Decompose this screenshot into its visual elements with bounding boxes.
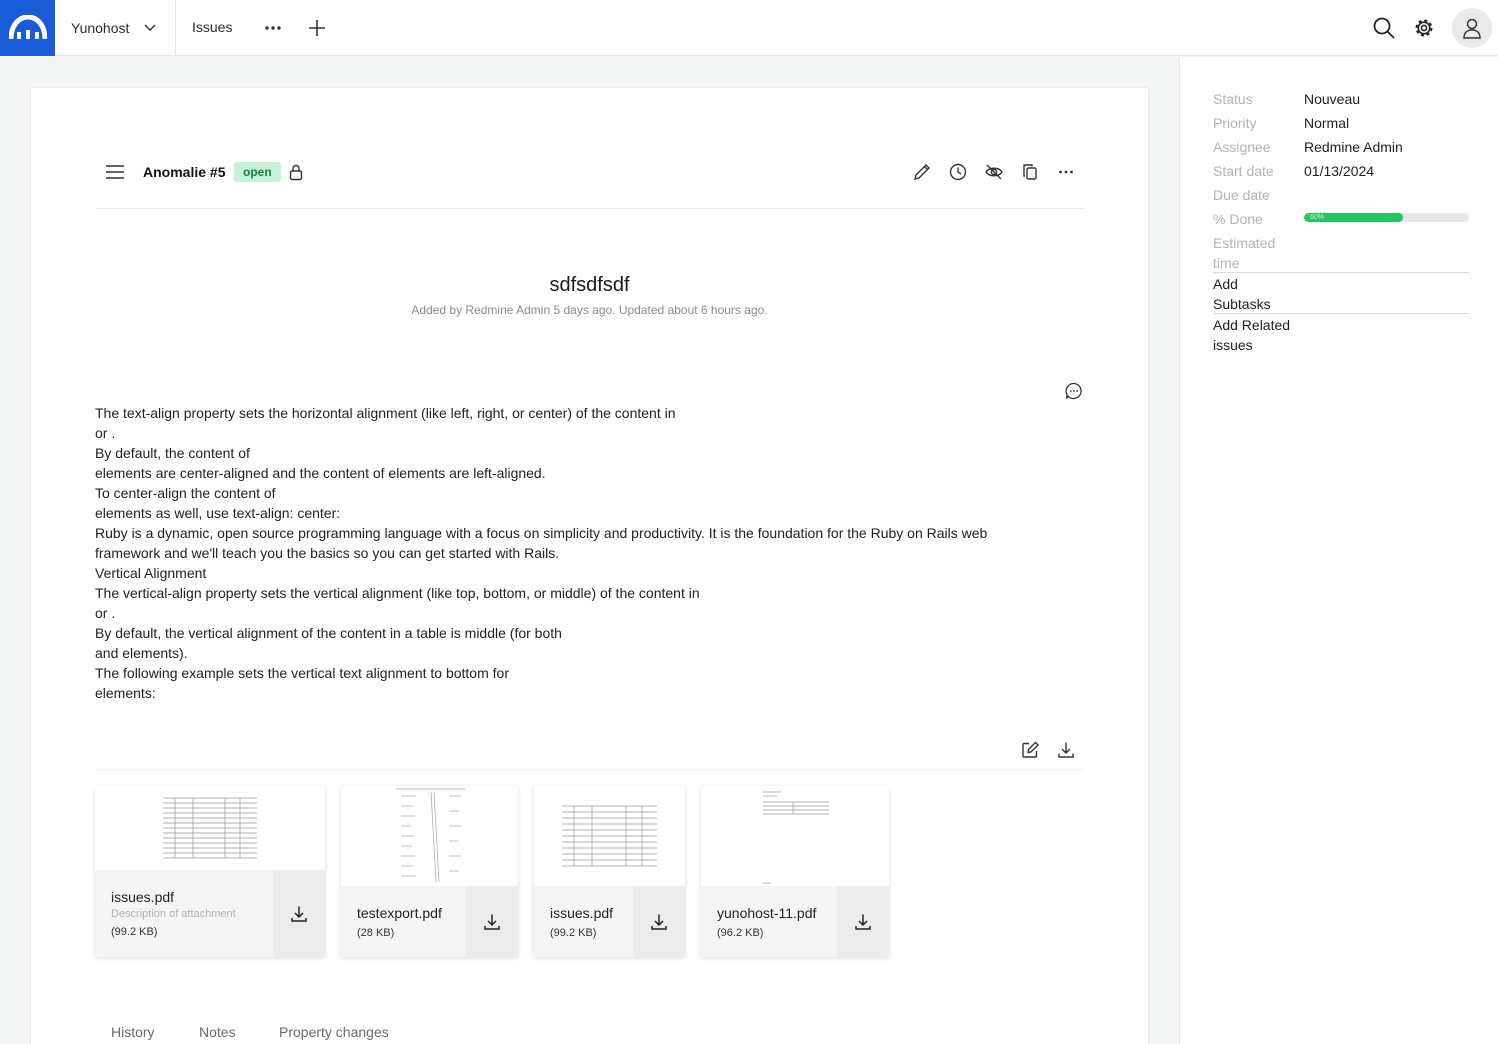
attachment-size: (99.2 KB) (550, 927, 597, 939)
done-progress-bar: 60% (1304, 213, 1469, 222)
attachment-card[interactable]: issues.pdf (99.2 KB) (534, 786, 685, 957)
sidebar-divider (1213, 313, 1469, 314)
sidebar-divider (1213, 272, 1469, 273)
attachment-card[interactable]: yunohost-11.pdf (96.2 KB) (701, 786, 889, 957)
attachment-name[interactable]: testexport.pdf (357, 905, 442, 921)
issue-subject: sdfsdfsdf (549, 274, 630, 296)
download-icon (484, 914, 500, 930)
description-line: elements are center-aligned and the cont… (95, 465, 546, 481)
progress-label: 60% (1310, 214, 1325, 221)
issue-card: Anomalie #5 open sdfsdfsdf Added by Redm… (31, 88, 1148, 1044)
menu-icon[interactable] (105, 162, 125, 182)
project-selector[interactable]: Yunohost (55, 0, 176, 56)
attribute-label: Status (1213, 91, 1253, 107)
download-all-icon[interactable] (1056, 740, 1076, 760)
attachment-card[interactable]: testexport.pdf (28 KB) (341, 786, 518, 957)
attribute-value[interactable]: Nouveau (1304, 91, 1360, 107)
download-button[interactable] (633, 886, 685, 957)
add-related-issues-link[interactable]: Add Related issues (1213, 315, 1323, 355)
chevron-down-icon (144, 24, 156, 31)
download-button[interactable] (273, 870, 325, 957)
attribute-value[interactable]: Redmine Admin (1304, 139, 1403, 155)
attachment-card[interactable]: issues.pdf Description of attachment (99… (95, 786, 325, 957)
description-line: By default, the vertical alignment of th… (95, 625, 562, 641)
attachment-footer: testexport.pdf (28 KB) (341, 886, 518, 957)
description-line: The following example sets the vertical … (95, 665, 509, 681)
attachment-thumbnail (341, 786, 518, 886)
copy-icon[interactable] (1020, 162, 1040, 182)
issue-attributes-sidebar: Status Nouveau Priority Normal Assignee … (1179, 57, 1498, 1044)
tab-notes[interactable]: Notes (199, 1024, 236, 1040)
edit-icon[interactable] (912, 162, 932, 182)
project-name: Yunohost (71, 20, 130, 36)
attribute-label: % Done (1213, 211, 1263, 227)
user-menu-button[interactable] (1452, 8, 1492, 48)
quote-comment-icon[interactable] (1064, 381, 1084, 401)
issue-meta: Added by Redmine Admin 5 days ago. Updat… (411, 303, 768, 317)
description-line: or . (95, 605, 116, 621)
download-button[interactable] (837, 886, 889, 957)
attachment-thumbnail (95, 786, 325, 870)
attachment-description: Description of attachment (111, 908, 236, 920)
plus-icon[interactable] (306, 17, 328, 39)
search-icon[interactable] (1372, 16, 1396, 40)
description-line: By default, the content of (95, 445, 250, 461)
issue-id: Anomalie #5 (143, 164, 226, 180)
attribute-label: Priority (1213, 115, 1257, 131)
description-line: The text-align property sets the horizon… (95, 405, 676, 421)
attachment-footer: issues.pdf Description of attachment (99… (95, 870, 325, 957)
logo-icon[interactable] (0, 0, 55, 56)
attribute-label: Estimated time (1213, 235, 1276, 271)
download-icon (651, 914, 667, 930)
gear-icon[interactable] (1412, 16, 1436, 40)
attachment-footer: issues.pdf (99.2 KB) (534, 886, 685, 957)
tab-history[interactable]: History (111, 1024, 155, 1040)
description-line: elements: (95, 685, 156, 701)
attachment-thumbnail (534, 786, 685, 886)
attachment-name[interactable]: yunohost-11.pdf (717, 905, 816, 921)
attribute-label: Due date (1213, 187, 1270, 203)
download-icon (291, 906, 307, 922)
attachment-size: (28 KB) (357, 927, 395, 939)
attribute-value[interactable]: Normal (1304, 115, 1349, 131)
issue-description: The text-align property sets the horizon… (95, 403, 1055, 703)
attachment-size: (99.2 KB) (111, 926, 158, 938)
clock-icon[interactable] (948, 162, 968, 182)
download-icon (855, 914, 871, 930)
user-icon (1463, 18, 1481, 39)
more-icon[interactable] (263, 18, 283, 38)
attribute-value[interactable]: 01/13/2024 (1304, 163, 1374, 179)
attribute-label: Start date (1213, 163, 1274, 179)
description-line: and elements). (95, 645, 188, 661)
attachment-name[interactable]: issues.pdf (111, 889, 174, 905)
tab-property-changes[interactable]: Property changes (279, 1024, 389, 1040)
attachment-thumbnail (701, 786, 889, 886)
description-line: Ruby is a dynamic, open source programmi… (95, 525, 988, 561)
description-line: To center-align the content of (95, 485, 276, 501)
progress-fill: 60% (1304, 213, 1403, 222)
description-line: or . (95, 425, 116, 441)
issue-header: Anomalie #5 open (95, 152, 1084, 209)
attribute-label: Assignee (1213, 139, 1271, 155)
status-badge: open (234, 162, 281, 182)
download-button[interactable] (466, 886, 518, 957)
unwatch-icon[interactable] (984, 162, 1004, 182)
description-line: Vertical Alignment (95, 565, 207, 581)
add-subtasks-link[interactable]: Add Subtasks (1213, 274, 1293, 314)
attachment-size: (96.2 KB) (717, 927, 764, 939)
description-line: elements as well, use text-align: center… (95, 505, 341, 521)
edit-attachments-icon[interactable] (1020, 740, 1040, 760)
top-bar: Yunohost Issues (0, 0, 1498, 56)
attachment-footer: yunohost-11.pdf (96.2 KB) (701, 886, 889, 957)
more-icon[interactable] (1056, 162, 1076, 182)
nav-issues-link[interactable]: Issues (192, 19, 232, 35)
lock-icon (289, 164, 303, 181)
attachment-name[interactable]: issues.pdf (550, 905, 613, 921)
description-line: The vertical-align property sets the ver… (95, 585, 700, 601)
attachments-divider (95, 769, 1084, 770)
